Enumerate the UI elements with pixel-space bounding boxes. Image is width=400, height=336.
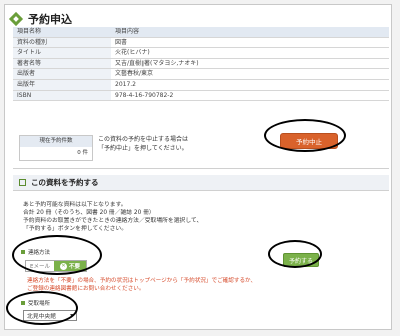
divider xyxy=(13,168,389,169)
chevron-down-icon: ▾ xyxy=(70,312,73,319)
warning-line1: 連絡方法を「不要」の場合、予約の状況はトップページから「予約状況」でご確認するか… xyxy=(27,278,257,284)
contact-method-text: 連絡方法 xyxy=(28,250,51,256)
reserve-section-title: この資料を予約する xyxy=(31,178,99,187)
row-label: ISBN xyxy=(13,90,111,102)
pickup-location-text: 受取場所 xyxy=(28,301,51,307)
pickup-location-select[interactable]: 北見中央館 ▾ xyxy=(23,310,77,321)
book-info-table: 項目名称 項目内容 資料の種別 図書 タイトル 火花(ヒバナ) 著者名等 又吉/… xyxy=(13,27,389,102)
table-row: 出版者 文藝春秋/東京 xyxy=(13,68,389,80)
reserve-notes: あと予約可能な資料は以下となります。 合計 20 冊（そのうち、図書 20 冊／… xyxy=(23,201,202,233)
row-label: 出版年 xyxy=(13,79,111,91)
row-value: 文藝春秋/東京 xyxy=(111,68,389,80)
table-row: ISBN 978-4-16-790782-2 xyxy=(13,90,389,102)
row-label: 著者名等 xyxy=(13,58,111,70)
reservation-panel: 予約申込 項目名称 項目内容 資料の種別 図書 タイトル 火花(ヒバナ) 著者名… xyxy=(4,4,392,330)
cancel-instructions: この資料の予約を中止する場合は 「予約中止」を押してください。 xyxy=(98,135,188,153)
table-row: タイトル 火花(ヒバナ) xyxy=(13,47,389,59)
bullet-icon xyxy=(21,250,25,254)
row-label: 資料の種別 xyxy=(13,37,111,49)
table-row: 出版年 2017.2 xyxy=(13,79,389,91)
row-value: 978-4-16-790782-2 xyxy=(111,90,389,102)
row-value: 図書 xyxy=(111,37,389,49)
table-row: 著者名等 又吉/直樹∥著(マタヨシ,ナオキ) xyxy=(13,58,389,70)
bullet-icon xyxy=(21,301,25,305)
row-label: タイトル xyxy=(13,47,111,59)
contact-method-toggle: Eメール ✕ 不要 xyxy=(25,260,87,272)
reservation-count-box: 現在予約件数 0 件 xyxy=(19,135,93,161)
section-square-icon xyxy=(19,179,26,186)
reserve-section-header: この資料を予約する xyxy=(13,175,389,191)
header-label: 項目名称 xyxy=(13,27,111,38)
table-header-row: 項目名称 項目内容 xyxy=(13,27,389,38)
row-value: 火花(ヒバナ) xyxy=(111,47,389,59)
row-value: 2017.2 xyxy=(111,79,389,91)
header-value: 項目内容 xyxy=(111,27,389,38)
table-row: 資料の種別 図書 xyxy=(13,37,389,49)
note-line: 合計 20 冊（そのうち、図書 20 冊／雑誌 20 冊） xyxy=(23,210,155,216)
reserve-button[interactable]: 予約する xyxy=(283,253,319,267)
contact-option-none[interactable]: ✕ 不要 xyxy=(54,261,86,271)
page-title: 予約申込 xyxy=(28,13,72,26)
cancel-text-line1: この資料の予約を中止する場合は xyxy=(98,136,189,143)
contact-option-email[interactable]: Eメール xyxy=(26,261,54,271)
cancel-reservation-button[interactable]: 予約中止 xyxy=(280,133,338,149)
reservation-count-value: 0 件 xyxy=(77,150,88,156)
row-label: 出版者 xyxy=(13,68,111,80)
section-diamond-icon xyxy=(8,11,24,27)
pickup-selected-value: 北見中央館 xyxy=(27,314,56,320)
row-value: 又吉/直樹∥著(マタヨシ,ナオキ) xyxy=(111,58,389,70)
x-circle-icon: ✕ xyxy=(59,262,67,270)
warning-line2: ご登録の連絡図書館にお問い合わせください。 xyxy=(27,286,145,292)
contact-warning: 連絡方法を「不要」の場合、予約の状況はトップページから「予約状況」でご確認するか… xyxy=(27,277,256,293)
contact-method-label: 連絡方法 xyxy=(21,248,50,256)
note-line: 「予約する」ボタンを押してください。 xyxy=(23,226,127,232)
note-line: あと予約可能な資料は以下となります。 xyxy=(23,202,127,208)
note-line: 予約資料のお取置きができたときの連絡方法／受取場所を選択して、 xyxy=(23,218,203,224)
page-header: 予約申込 xyxy=(8,11,72,27)
reservation-count-label: 現在予約件数 xyxy=(20,136,92,147)
cancel-text-line2: 「予約中止」を押してください。 xyxy=(98,145,188,152)
contact-option-none-label: 不要 xyxy=(68,264,80,270)
pickup-location-label: 受取場所 xyxy=(21,299,50,307)
